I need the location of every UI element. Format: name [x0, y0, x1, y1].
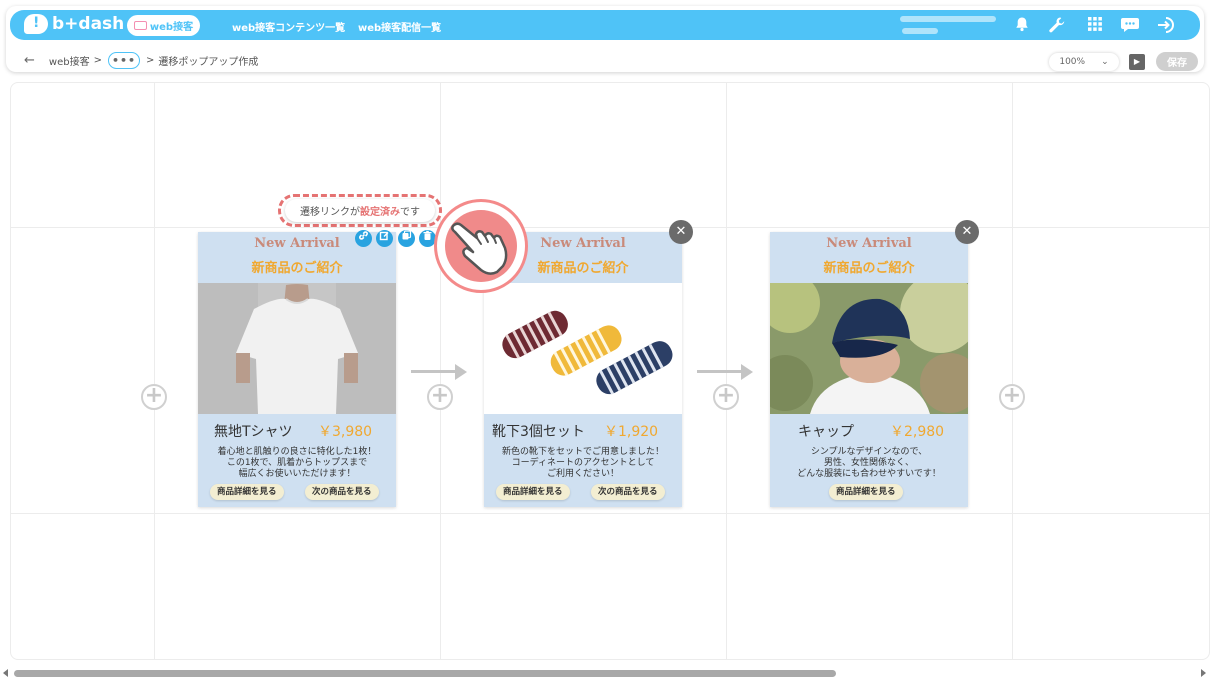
- popup-card-cap[interactable]: New Arrival 新商品のご紹介 キャップ ￥2,980 シンプルなデザイ…: [770, 232, 968, 507]
- logout-icon[interactable]: [1157, 16, 1177, 36]
- tooltip-text: です: [400, 207, 420, 218]
- card-intro-title: 新商品のご紹介: [251, 261, 343, 276]
- add-step-icon[interactable]: +: [427, 384, 453, 410]
- logo-text: b+dash: [52, 14, 125, 34]
- card-description-line: 幅広くお使いいただけます！: [238, 469, 356, 479]
- close-icon[interactable]: ✕: [955, 220, 979, 244]
- add-step-icon[interactable]: +: [713, 384, 739, 410]
- breadcrumb-more-button[interactable]: •••: [107, 51, 140, 69]
- card-description: 着心地と肌触りの良さに特化した1枚！ この1枚で、肌着からトップスまで 幅広くお…: [198, 447, 396, 480]
- card-product-name: キャップ: [798, 424, 854, 440]
- product-detail-button[interactable]: 商品詳細を見る: [496, 484, 570, 500]
- card-description-line: どんな服装にも合わせやすいです！: [797, 469, 941, 479]
- grid-line: [11, 227, 1209, 228]
- close-icon[interactable]: ✕: [669, 220, 693, 244]
- card-product-name: 靴下3個セット: [492, 424, 585, 440]
- nav-web-engagement[interactable]: web接客: [127, 15, 200, 36]
- card-description-line: 着心地と肌触りの良さに特化した1枚！: [217, 447, 377, 457]
- breadcrumb-root[interactable]: web接客: [49, 53, 90, 68]
- popup-card-tshirt[interactable]: New Arrival 新商品のご紹介 無地Tシャツ ￥3,980 着心地と肌触…: [198, 232, 396, 507]
- tshirt-photo: [198, 283, 396, 414]
- grid-menu-icon[interactable]: [1085, 16, 1105, 36]
- support-chat-icon[interactable]: [1120, 16, 1140, 36]
- nav-delivery-list[interactable]: web接客配信一覧: [358, 19, 441, 34]
- flow-arrow-icon: [697, 364, 753, 380]
- breadcrumb: ← web接客 > ••• > 遷移ポップアップ作成: [24, 50, 258, 70]
- user-role-redacted: [902, 28, 938, 34]
- copy-icon[interactable]: [398, 230, 415, 247]
- socks-photo: [484, 283, 682, 414]
- card-product-price: ￥2,980: [890, 424, 945, 440]
- add-step-icon[interactable]: +: [999, 384, 1025, 410]
- link-icon[interactable]: [355, 230, 372, 247]
- card-description-line: 男性、女性関係なく、: [823, 458, 914, 468]
- user-account-info[interactable]: [890, 13, 998, 37]
- scroll-right-icon[interactable]: [1201, 669, 1206, 677]
- card-description: シンプルなデザインなので、 男性、女性関係なく、 どんな服装にも合わせやすいです…: [770, 447, 968, 480]
- link-set-tooltip-inner: 遷移リンクが 設定済み です: [285, 199, 435, 222]
- product-detail-button[interactable]: 商品詳細を見る: [829, 484, 903, 500]
- scrollbar-thumb[interactable]: [14, 670, 836, 677]
- next-product-button[interactable]: 次の商品を見る: [591, 484, 665, 500]
- card-product-price: ￥3,980: [318, 424, 373, 440]
- cap-photo: [770, 283, 968, 414]
- card-description-line: ご利用ください！: [546, 469, 619, 479]
- card-description-line: シンプルなデザインなので、: [810, 447, 928, 457]
- zoom-select[interactable]: 100% ⌄: [1049, 53, 1119, 71]
- app-logo[interactable]: b+dash: [24, 14, 124, 34]
- pointing-hand-circle: [445, 210, 517, 282]
- card-intro-title: 新商品のご紹介: [823, 261, 915, 276]
- nav-content-list[interactable]: web接客コンテンツ一覧: [232, 19, 345, 34]
- preview-play-button[interactable]: ▶: [1129, 54, 1145, 70]
- back-arrow-icon[interactable]: ←: [24, 53, 35, 68]
- web-screen-icon: [133, 21, 147, 30]
- card-description-line: コーディネートのアクセントとして: [511, 458, 655, 468]
- tooltip-highlight: 設定済み: [360, 207, 400, 218]
- breadcrumb-separator: >: [93, 54, 102, 66]
- wrench-icon[interactable]: [1047, 16, 1067, 36]
- add-step-icon[interactable]: +: [141, 384, 167, 410]
- card-description: 新色の靴下をセットでご用意しました！ コーディネートのアクセントとして ご利用く…: [484, 447, 682, 480]
- save-button[interactable]: 保存: [1156, 52, 1198, 71]
- grid-line: [154, 83, 155, 659]
- card-product-price: ￥1,920: [604, 424, 659, 440]
- tooltip-text: 遷移リンクが: [300, 207, 360, 218]
- zoom-value: 100%: [1059, 57, 1086, 67]
- next-product-button[interactable]: 次の商品を見る: [305, 484, 379, 500]
- grid-line: [1012, 83, 1013, 659]
- scroll-left-icon[interactable]: [3, 669, 8, 677]
- card-arrival-title: New Arrival: [826, 236, 912, 251]
- bell-icon[interactable]: [1012, 16, 1032, 36]
- card-description-line: 新色の靴下をセットでご用意しました！: [501, 447, 664, 457]
- logo-bubble-icon: [24, 14, 48, 34]
- link-set-tooltip: 遷移リンクが 設定済み です: [278, 194, 442, 227]
- header: b+dash web接客 web接客コンテンツ一覧 web接客配信一覧: [6, 6, 1204, 72]
- breadcrumb-current: 遷移ポップアップ作成: [158, 56, 259, 68]
- product-detail-button[interactable]: 商品詳細を見る: [210, 484, 284, 500]
- user-name-redacted: [900, 16, 996, 22]
- pointing-hand-icon: [434, 199, 528, 293]
- top-navbar: b+dash web接客 web接客コンテンツ一覧 web接客配信一覧: [10, 10, 1200, 40]
- card-product-name: 無地Tシャツ: [214, 424, 293, 440]
- flow-arrow-icon: [411, 364, 467, 380]
- edit-icon[interactable]: [376, 230, 393, 247]
- chevron-down-icon: ⌄: [1101, 57, 1109, 67]
- grid-line: [11, 513, 1209, 514]
- nav-web-engagement-label: web接客: [149, 22, 194, 33]
- breadcrumb-separator: >: [145, 54, 155, 66]
- card-description-line: この1枚で、肌着からトップスまで: [226, 458, 368, 468]
